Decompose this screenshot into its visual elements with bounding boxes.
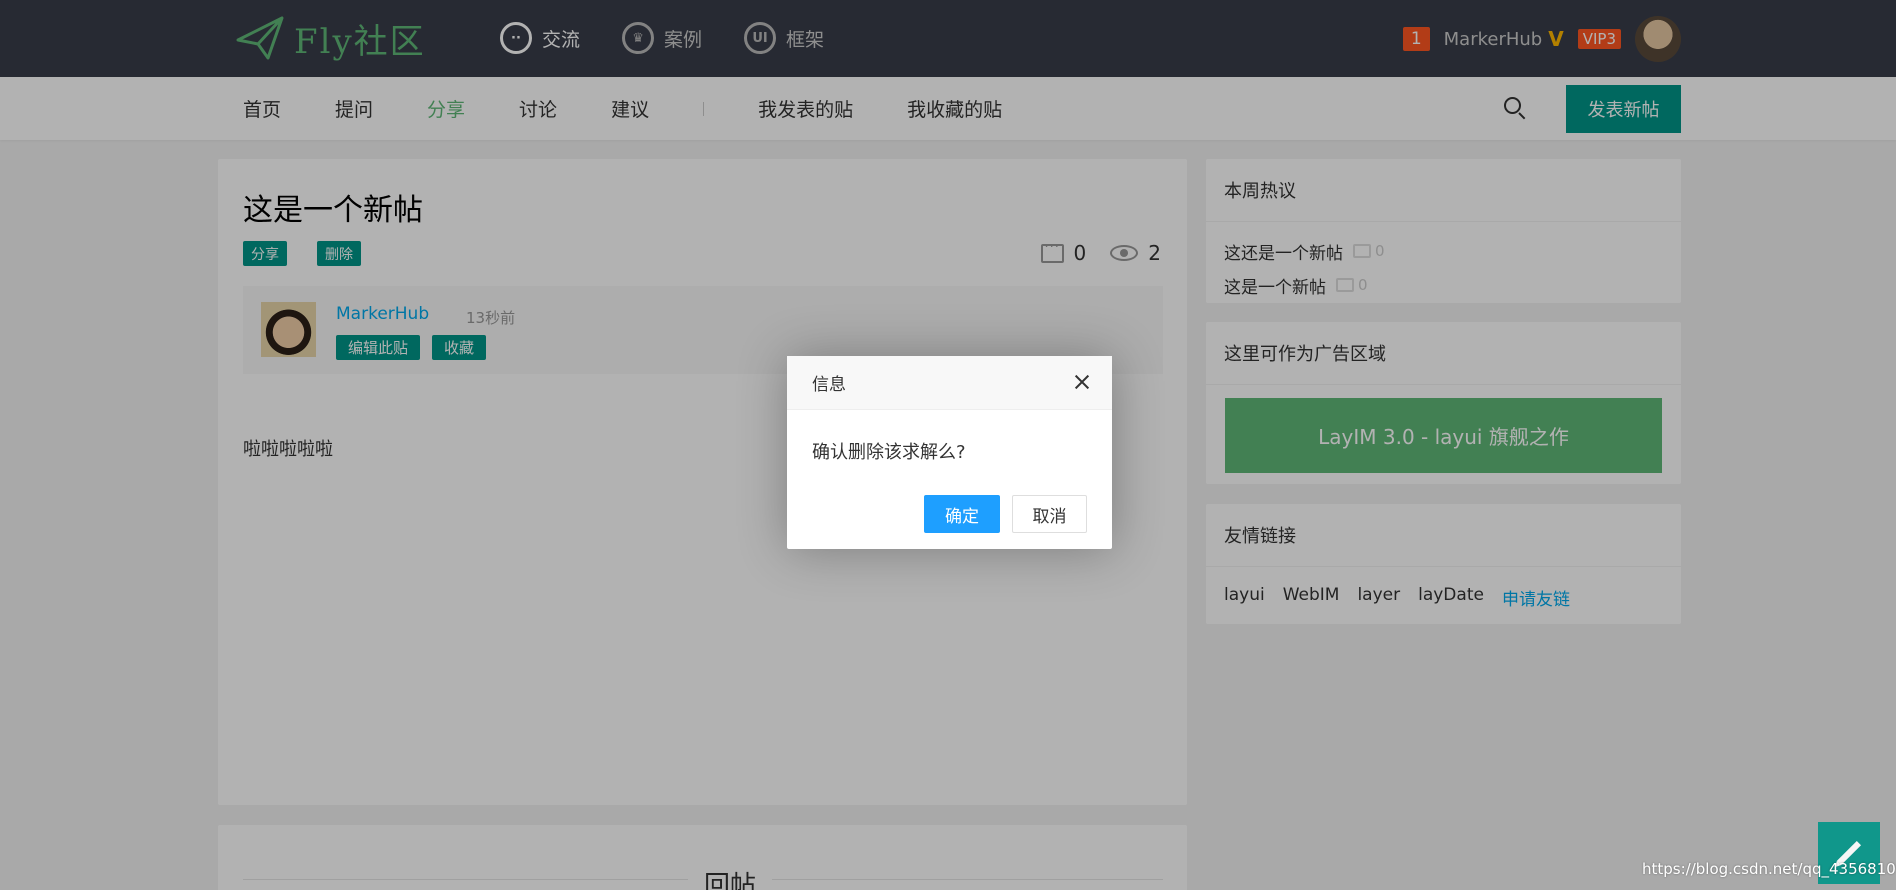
cancel-button[interactable]: 取消 bbox=[1012, 495, 1087, 533]
confirm-button[interactable]: 确定 bbox=[924, 495, 1000, 533]
dialog-message: 确认删除该求解么? bbox=[812, 442, 966, 463]
dialog-header: 信息 bbox=[787, 356, 1112, 410]
confirm-dialog: 信息 确认删除该求解么? 确定 取消 bbox=[787, 356, 1112, 549]
watermark: https://blog.csdn.net/qq_43568109 bbox=[1642, 860, 1896, 878]
dialog-title: 信息 bbox=[812, 375, 846, 395]
close-icon[interactable] bbox=[1072, 372, 1092, 392]
